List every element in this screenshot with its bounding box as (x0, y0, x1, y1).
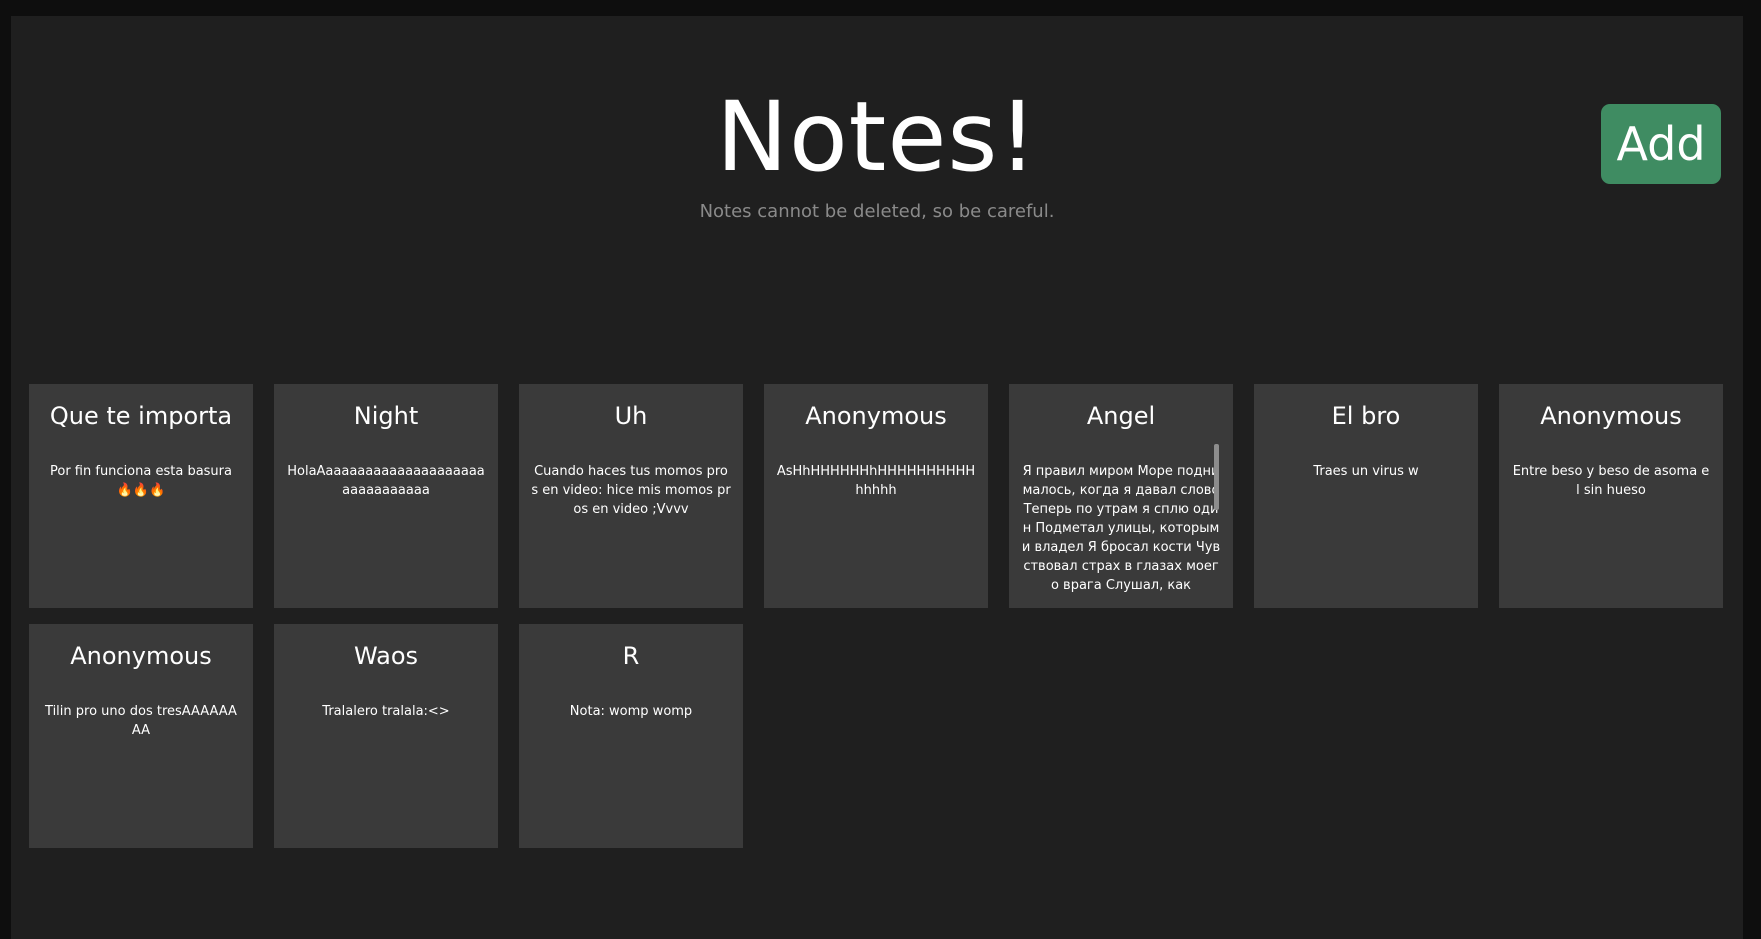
note-title: Anonymous (1540, 402, 1682, 430)
note-card[interactable]: Anonymous Entre beso y beso de asoma el … (1499, 384, 1723, 608)
note-title: Anonymous (805, 402, 947, 430)
note-body: Cuando haces tus momos pros en video: hi… (531, 464, 731, 517)
page-subtitle: Notes cannot be deleted, so be careful. (699, 201, 1055, 222)
note-scrollbar[interactable] (1214, 444, 1219, 510)
notes-grid: Que te importa Por fin funciona esta bas… (29, 384, 1729, 848)
note-card[interactable]: Que te importa Por fin funciona esta bas… (29, 384, 253, 608)
add-note-button[interactable]: Add (1601, 104, 1721, 184)
note-card[interactable]: Anonymous Tilin pro uno dos tresAAAAAAAA (29, 624, 253, 848)
note-body: Por fin funciona esta basura 🔥🔥🔥 (50, 464, 232, 498)
note-title: Anonymous (70, 642, 212, 670)
note-title: R (622, 642, 640, 670)
note-card[interactable]: Angel Я правил миром Море поднималось, к… (1009, 384, 1233, 608)
note-title: Uh (614, 402, 648, 430)
note-card[interactable]: Uh Cuando haces tus momos pros en video:… (519, 384, 743, 608)
note-title: Night (353, 402, 419, 430)
note-title: Que te importa (49, 402, 233, 430)
note-body: Entre beso y beso de asoma el sin hueso (1512, 464, 1710, 498)
note-title: Waos (353, 642, 419, 670)
page-title: Notes! (716, 81, 1038, 193)
note-body: Tilin pro uno dos tresAAAAAAAA (45, 704, 237, 738)
note-card[interactable]: Waos Tralalero tralala:<> (274, 624, 498, 848)
note-body: Tralalero tralala:<> (322, 704, 450, 719)
note-body[interactable]: Я правил миром Море поднималось, когда я… (1021, 462, 1221, 595)
note-card[interactable]: Night HolaAaaaaaaaaaaaaaaaaaaaaaaaaaaaaa… (274, 384, 498, 608)
note-card[interactable]: Anonymous AsHhHHHHHHhHHHHHHHHHHhhhhh (764, 384, 988, 608)
note-title: El bro (1331, 402, 1401, 430)
note-card[interactable]: El bro Traes un virus w (1254, 384, 1478, 608)
notes-page: Notes! Notes cannot be deleted, so be ca… (11, 16, 1743, 939)
note-title: Angel (1086, 402, 1156, 430)
note-body: Traes un virus w (1313, 464, 1419, 479)
note-body: AsHhHHHHHHhHHHHHHHHHHhhhhh (776, 464, 976, 498)
note-body: Nota: womp womp (569, 704, 693, 719)
note-body: HolaAaaaaaaaaaaaaaaaaaaaaaaaaaaaaaaa (287, 464, 485, 498)
note-card[interactable]: R Nota: womp womp (519, 624, 743, 848)
